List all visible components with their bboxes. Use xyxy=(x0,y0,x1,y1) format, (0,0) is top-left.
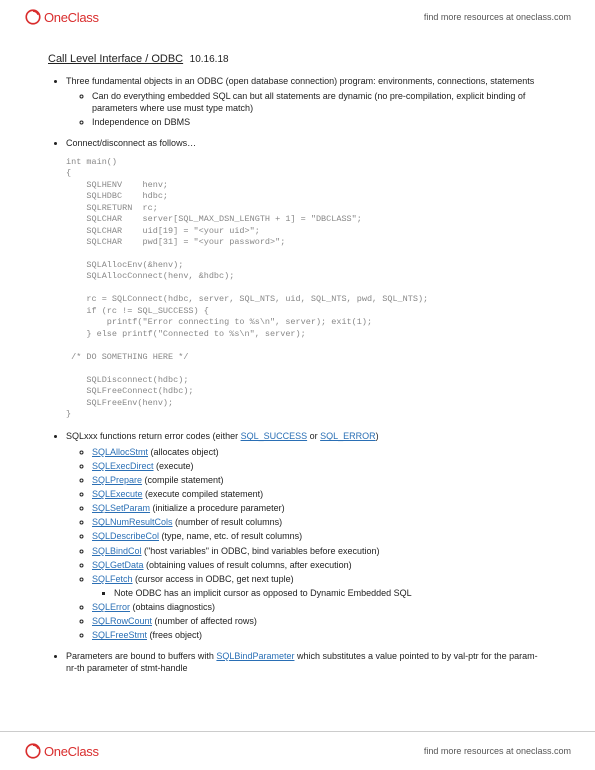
func-name: SQLFetch xyxy=(92,574,133,584)
func-item: SQLRowCount (number of affected rows) xyxy=(92,615,547,627)
page-footer: OneClass find more resources at oneclass… xyxy=(0,731,595,770)
func-item: SQLSetParam (initialize a procedure para… xyxy=(92,502,547,514)
connect-heading: Connect/disconnect as follows… xyxy=(66,137,547,149)
logo-text-footer: OneClass xyxy=(44,744,99,759)
func-name: SQLRowCount xyxy=(92,616,152,626)
fetch-note: Note ODBC has an implicit cursor as oppo… xyxy=(114,587,547,599)
funcs-lead-b: or xyxy=(307,431,320,441)
intro-sub-1: Can do everything embedded SQL can but a… xyxy=(92,90,547,114)
page-title: Call Level Interface / ODBC xyxy=(48,53,183,65)
func-desc: (frees object) xyxy=(147,630,202,640)
func-item: SQLDescribeCol (type, name, etc. of resu… xyxy=(92,530,547,542)
func-desc: (execute compiled statement) xyxy=(143,489,264,499)
brand-logo: OneClass xyxy=(24,8,99,26)
func-name: SQLBindCol xyxy=(92,546,142,556)
intro-text: Three fundamental objects in an ODBC (op… xyxy=(66,76,534,86)
func-desc: (cursor access in ODBC, get next tuple) xyxy=(133,574,294,584)
intro-item: Three fundamental objects in an ODBC (op… xyxy=(66,75,547,129)
funcs-lead-a: SQLxxx functions return error codes (eit… xyxy=(66,431,241,441)
func-item: SQLBindCol ("host variables" in ODBC, bi… xyxy=(92,545,547,557)
func-item: SQLFreeStmt (frees object) xyxy=(92,629,547,641)
func-desc: (number of affected rows) xyxy=(152,616,257,626)
func-desc: (obtaining values of result columns, aft… xyxy=(144,560,352,570)
brand-logo-footer: OneClass xyxy=(24,742,99,760)
func-name: SQLExecute xyxy=(92,489,143,499)
func-item: SQLFetch (cursor access in ODBC, get nex… xyxy=(92,573,547,599)
func-name: SQLExecDirect xyxy=(92,461,154,471)
func-name: SQLSetParam xyxy=(92,503,150,513)
func-desc: (obtains diagnostics) xyxy=(130,602,215,612)
func-desc: (execute) xyxy=(154,461,194,471)
func-item: SQLGetData (obtaining values of result c… xyxy=(92,559,547,571)
func-item: SQLNumResultCols (number of result colum… xyxy=(92,516,547,528)
func-item: SQLExecDirect (execute) xyxy=(92,460,547,472)
kw-sql-error: SQL_ERROR xyxy=(320,431,376,441)
kw-sqlbindparameter: SQLBindParameter xyxy=(216,651,294,661)
title-line: Call Level Interface / ODBC 10.16.18 xyxy=(48,53,547,65)
code-block: int main() { SQLHENV henv; SQLHDBC hdbc;… xyxy=(66,157,547,421)
func-name: SQLDescribeCol xyxy=(92,531,159,541)
funcs-lead-c: ) xyxy=(376,431,379,441)
logo-text: OneClass xyxy=(44,10,99,25)
params-item: Parameters are bound to buffers with SQL… xyxy=(66,650,547,674)
func-name: SQLAllocStmt xyxy=(92,447,148,457)
func-desc: (allocates object) xyxy=(148,447,219,457)
footer-tagline: find more resources at oneclass.com xyxy=(424,746,571,756)
func-name: SQLFreeStmt xyxy=(92,630,147,640)
func-name: SQLError xyxy=(92,602,130,612)
func-item: SQLAllocStmt (allocates object) xyxy=(92,446,547,458)
func-name: SQLPrepare xyxy=(92,475,142,485)
func-desc: (number of result columns) xyxy=(173,517,283,527)
func-name: SQLNumResultCols xyxy=(92,517,173,527)
document-body: Call Level Interface / ODBC 10.16.18 Thr… xyxy=(0,35,595,742)
func-item: SQLPrepare (compile statement) xyxy=(92,474,547,486)
func-desc: ("host variables" in ODBC, bind variable… xyxy=(142,546,380,556)
func-desc: (type, name, etc. of result columns) xyxy=(159,531,302,541)
page-header: OneClass find more resources at oneclass… xyxy=(0,0,595,35)
funcs-item: SQLxxx functions return error codes (eit… xyxy=(66,430,547,641)
func-item: SQLExecute (execute compiled statement) xyxy=(92,488,547,500)
logo-icon xyxy=(24,8,42,26)
header-tagline: find more resources at oneclass.com xyxy=(424,12,571,22)
func-item: SQLError (obtains diagnostics) xyxy=(92,601,547,613)
func-name: SQLGetData xyxy=(92,560,144,570)
func-desc: (initialize a procedure parameter) xyxy=(150,503,285,513)
func-desc: (compile statement) xyxy=(142,475,224,485)
logo-icon xyxy=(24,742,42,760)
page-date: 10.16.18 xyxy=(190,54,229,65)
kw-sql-success: SQL_SUCCESS xyxy=(241,431,308,441)
intro-sub-2: Independence on DBMS xyxy=(92,116,547,128)
params-a: Parameters are bound to buffers with xyxy=(66,651,216,661)
